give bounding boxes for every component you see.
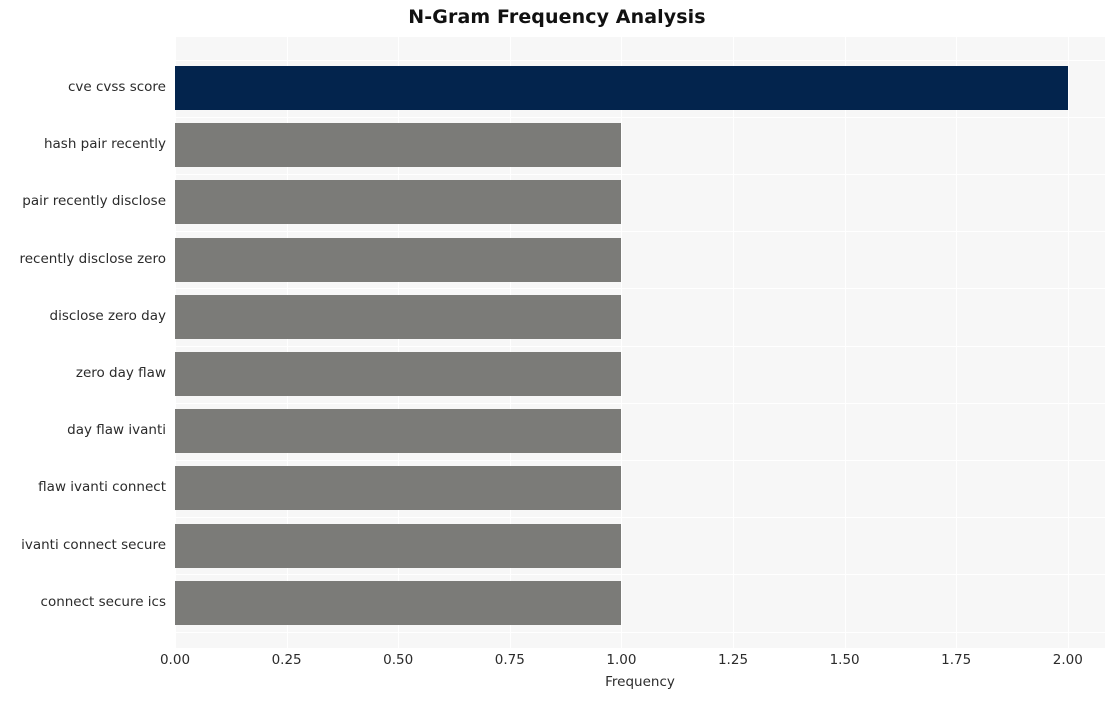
bar[interactable] [175, 66, 1068, 110]
gridline-horizontal-1 [175, 116, 1105, 118]
y-axis-tick-label: zero day flaw [75, 365, 166, 381]
gridline-vertical-4 [621, 37, 623, 648]
bar[interactable] [175, 123, 622, 168]
y-axis-tick-label: recently disclose zero [19, 250, 167, 267]
y-axis-tick-label: cve cvss score [67, 79, 166, 95]
x-axis-label: Frequency [605, 674, 675, 690]
gridline-horizontal-4 [175, 288, 1105, 290]
gridline-horizontal-7 [175, 459, 1105, 461]
y-axis-tick-label: flaw ivanti connect [38, 479, 166, 496]
x-axis-tick-label: 0.25 [271, 652, 302, 668]
gridline-horizontal-0 [175, 59, 1105, 61]
x-axis-tick-label: 0.75 [494, 652, 525, 668]
bar[interactable] [175, 580, 622, 625]
gridline-horizontal-8 [175, 517, 1105, 519]
bar[interactable] [175, 180, 622, 225]
y-axis-tick-label: ivanti connect secure [21, 536, 166, 553]
y-axis-tick-label: hash pair recently [43, 136, 166, 153]
x-axis-tick-label: 1.75 [941, 652, 972, 668]
x-axis-tick-label: 2.00 [1052, 652, 1083, 668]
x-axis-tick-label: 1.25 [717, 652, 749, 668]
gridline-horizontal-5 [175, 345, 1105, 347]
x-axis-tick-label: 0.50 [383, 652, 414, 668]
gridline-horizontal-3 [175, 231, 1105, 233]
gridline-horizontal-6 [175, 402, 1105, 404]
x-axis-tick-label: 0.00 [159, 652, 191, 668]
y-axis-tick-label: day flaw ivanti [67, 422, 166, 439]
gridline-horizontal-9 [175, 574, 1105, 576]
chart-figure: N-Gram Frequency Analysis cve cvss score… [0, 0, 1114, 701]
gridline-vertical-8 [1067, 37, 1069, 648]
bar[interactable] [175, 352, 622, 396]
gridline-horizontal-2 [175, 173, 1105, 175]
bar[interactable] [175, 294, 622, 339]
y-axis-tick-label: disclose zero day [49, 307, 166, 324]
y-axis-tick-label: connect secure ics [40, 593, 166, 610]
gridline-horizontal-10 [175, 631, 1105, 633]
gridline-vertical-6 [844, 37, 846, 648]
bar[interactable] [175, 237, 622, 282]
bar[interactable] [175, 523, 622, 568]
x-axis-tick-label: 1.00 [606, 652, 637, 668]
gridline-vertical-5 [733, 37, 734, 648]
x-axis-tick-label: 1.50 [829, 652, 860, 668]
gridline-vertical-7 [956, 37, 958, 648]
bar[interactable] [175, 409, 622, 454]
y-axis-tick-label: pair recently disclose [22, 193, 166, 210]
plot-area [175, 37, 1105, 648]
chart-title: N-Gram Frequency Analysis [408, 6, 706, 28]
bar[interactable] [175, 466, 622, 511]
